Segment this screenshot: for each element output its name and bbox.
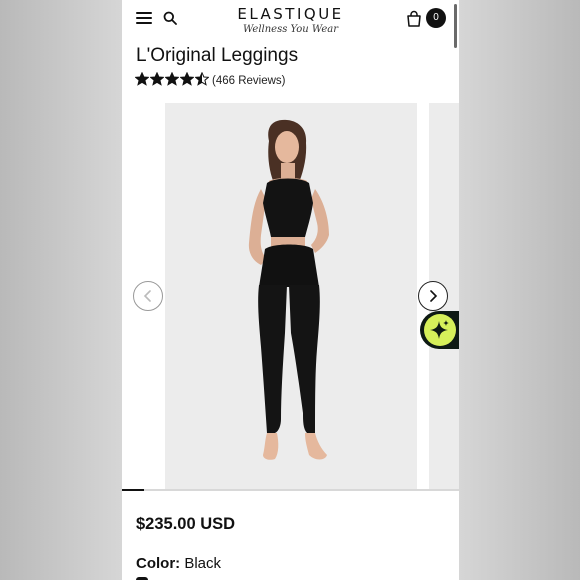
color-selection: Color: Black	[136, 555, 221, 572]
star-icon	[164, 71, 180, 91]
sparkle-icon	[424, 314, 456, 346]
gallery-progress-track	[122, 489, 459, 491]
star-icon	[149, 71, 165, 91]
product-image[interactable]	[165, 103, 417, 489]
reviews-count[interactable]: (466 Reviews)	[212, 75, 286, 87]
scrollbar[interactable]	[454, 4, 457, 48]
model-photo	[248, 119, 329, 460]
site-header: ELASTIQUE Wellness You Wear 0	[122, 0, 459, 48]
next-image-button[interactable]	[418, 281, 448, 311]
phone-screen: ELASTIQUE Wellness You Wear 0 L'Original…	[122, 0, 459, 580]
product-title: L'Original Leggings	[136, 45, 299, 66]
gallery-progress-fill	[122, 489, 144, 491]
star-icon	[134, 71, 150, 91]
product-price: $235.00 USD	[136, 515, 236, 533]
color-label: Color:	[136, 555, 181, 572]
background-left	[0, 0, 122, 580]
color-value: Black	[184, 555, 222, 572]
background-right	[459, 0, 580, 580]
star-icon	[194, 71, 210, 91]
shopping-bag-icon[interactable]	[405, 10, 423, 28]
ai-assistant-button[interactable]	[420, 311, 459, 349]
rating-stars	[134, 71, 210, 91]
previous-image-button[interactable]	[133, 281, 163, 311]
product-rating[interactable]: (466 Reviews)	[134, 71, 286, 91]
star-icon	[179, 71, 195, 91]
chevron-left-icon	[143, 290, 151, 302]
cart-count-badge[interactable]: 0	[426, 8, 446, 28]
chevron-right-icon	[430, 290, 438, 302]
product-gallery[interactable]	[122, 103, 459, 489]
